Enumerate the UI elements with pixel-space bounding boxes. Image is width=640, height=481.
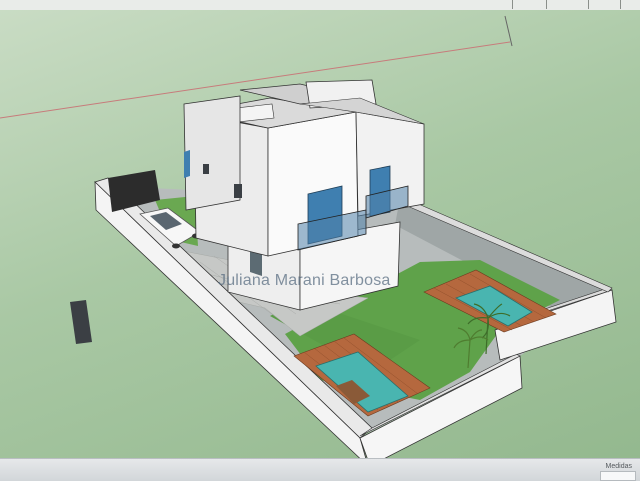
toolbar-tick — [546, 0, 547, 9]
small-window — [203, 164, 209, 174]
side-window — [184, 150, 190, 178]
measurements-label: Medidas — [605, 463, 632, 470]
dark-post — [70, 300, 92, 344]
watermark-text: Juliana Marani Barbosa — [218, 272, 391, 289]
toolbar-tick — [588, 0, 589, 9]
axis-marker — [504, 15, 513, 47]
rear-volume — [183, 95, 241, 211]
toolbar-tick — [620, 0, 621, 9]
small-window — [234, 184, 242, 198]
toolbar-tick — [512, 0, 513, 9]
3d-viewport[interactable]: Juliana Marani Barbosa — [0, 10, 640, 470]
house-model-scene[interactable] — [0, 10, 640, 470]
status-bar: Medidas — [0, 458, 640, 481]
